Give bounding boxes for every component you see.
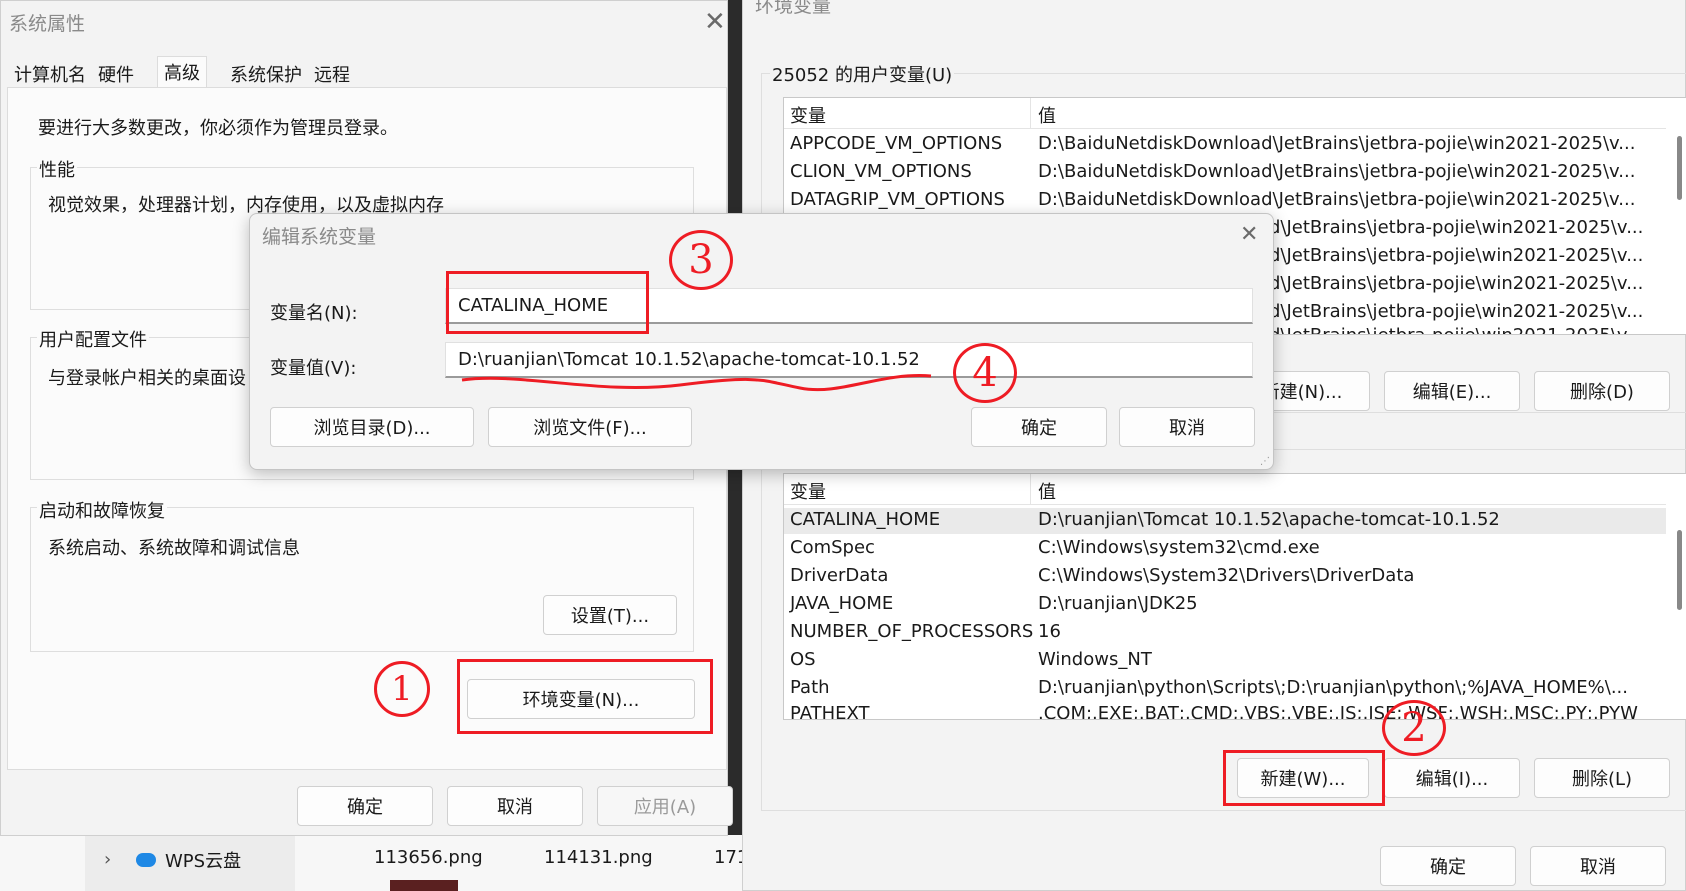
annotation-number: 2: [1401, 705, 1427, 751]
annotation-number: 4: [972, 350, 998, 396]
annotation-circle-3: 3: [669, 230, 733, 290]
red-underline-path: [461, 374, 932, 392]
annotation-circle-2: 2: [1382, 700, 1446, 756]
annotation-circle-1: 1: [374, 661, 430, 717]
annotation-number: 3: [688, 237, 714, 283]
annotation-underline: [461, 374, 932, 392]
annotation-number: 1: [391, 669, 413, 709]
annotation-circle-4: 4: [953, 343, 1017, 403]
